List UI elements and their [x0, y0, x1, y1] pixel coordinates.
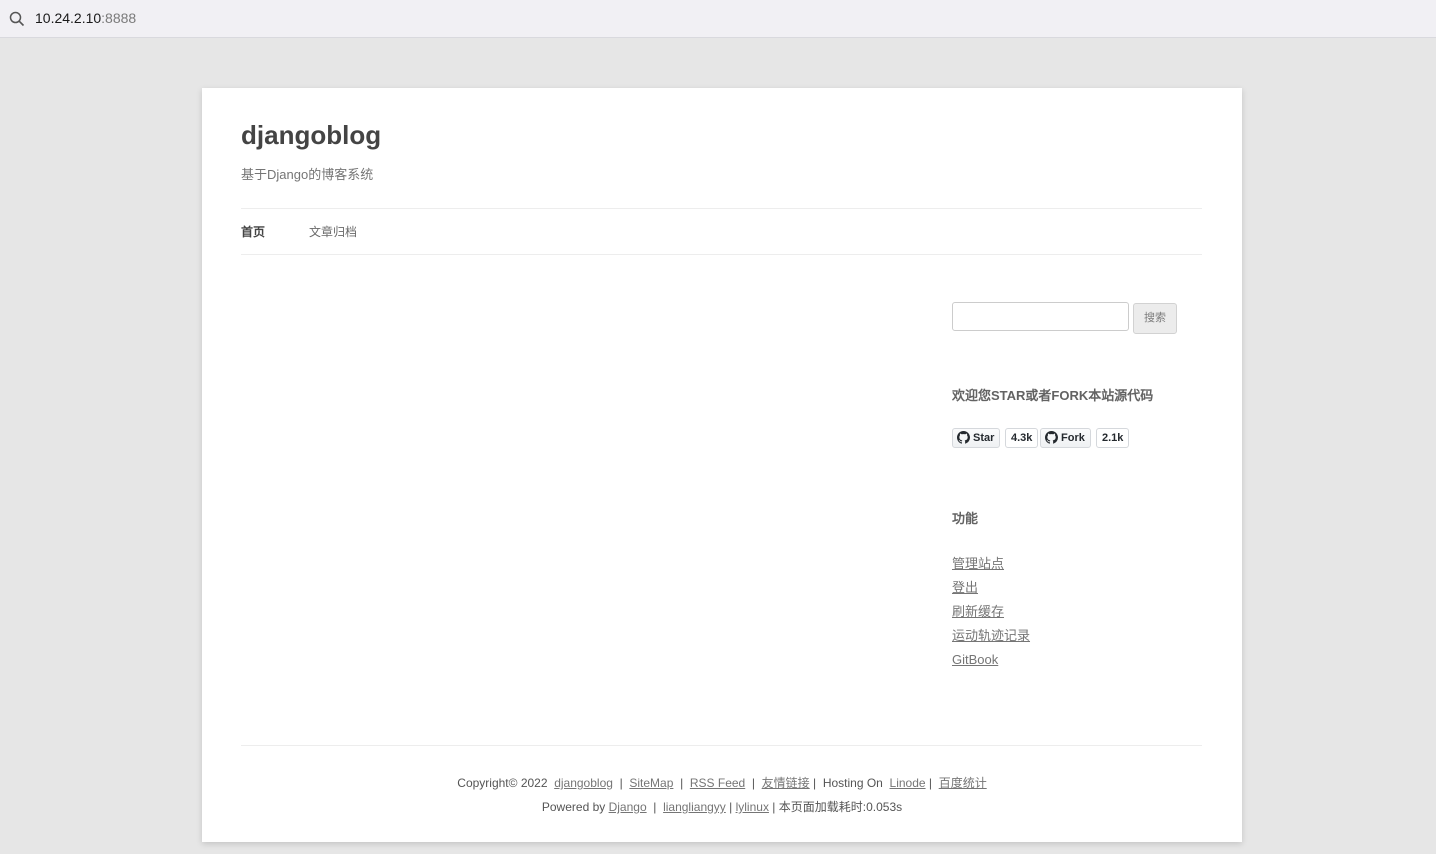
footer-site-link[interactable]: djangoblog [554, 776, 613, 790]
search-button[interactable]: 搜索 [1133, 303, 1177, 334]
linode-link[interactable]: Linode [890, 776, 926, 790]
github-icon [1045, 431, 1058, 444]
track-record-link[interactable]: 运动轨迹记录 [952, 626, 1030, 650]
functions-widget-title: 功能 [952, 511, 979, 526]
search-icon [9, 11, 25, 27]
lylinux-link[interactable]: lylinux [736, 800, 769, 814]
footer-line-2: Powered by Django | liangliangyy | lylin… [541, 800, 903, 814]
github-star-button[interactable]: Star [952, 428, 1001, 448]
url-host: 10.24.2.10 [35, 10, 102, 26]
github-icon [957, 431, 970, 444]
hosting-text: Hosting On [822, 776, 883, 790]
site-title[interactable]: djangoblog [241, 120, 381, 151]
star-label: Star [973, 432, 995, 444]
search-input[interactable] [952, 302, 1129, 331]
url-text: 10.24.2.10:8888 [35, 10, 136, 26]
powered-by-text: Powered by [541, 800, 606, 814]
github-fork-button[interactable]: Fork [1040, 428, 1091, 448]
baidu-stats-link[interactable]: 百度统计 [939, 776, 987, 790]
star-count[interactable]: 4.3k [1005, 428, 1039, 448]
functions-list: 管理站点 登出 刷新缓存 运动轨迹记录 GitBook [952, 554, 1030, 674]
load-time-text: 本页面加载耗时:0.053s [778, 800, 903, 814]
github-widget-title: 欢迎您STAR或者FORK本站源代码 [952, 388, 1154, 403]
rss-feed-link[interactable]: RSS Feed [690, 776, 745, 790]
page-container: djangoblog 基于Django的博客系统 首页 文章归档 搜索 欢迎您S… [202, 88, 1242, 842]
fork-label: Fork [1061, 432, 1085, 444]
nav-archive-link[interactable]: 文章归档 [309, 223, 357, 240]
address-bar[interactable]: 10.24.2.10:8888 [0, 0, 1436, 38]
nav-home-link[interactable]: 首页 [241, 223, 265, 240]
main-nav: 首页 文章归档 [241, 208, 1202, 255]
url-port: :8888 [101, 10, 137, 26]
django-link[interactable]: Django [609, 800, 647, 814]
site-description: 基于Django的博客系统 [241, 167, 374, 182]
refresh-cache-link[interactable]: 刷新缓存 [952, 602, 1030, 626]
admin-site-link[interactable]: 管理站点 [952, 554, 1030, 578]
logout-link[interactable]: 登出 [952, 578, 1030, 602]
footer-line-1: Copyright© 2022 djangoblog | SiteMap | R… [457, 776, 987, 790]
gitbook-link[interactable]: GitBook [952, 650, 1030, 674]
friend-links-link[interactable]: 友情链接 [762, 776, 810, 790]
copyright-text: Copyright© 2022 [457, 776, 548, 790]
footer-divider [241, 745, 1202, 746]
sitemap-link[interactable]: SiteMap [629, 776, 673, 790]
author-link[interactable]: liangliangyy [663, 800, 726, 814]
fork-count[interactable]: 2.1k [1096, 428, 1130, 448]
